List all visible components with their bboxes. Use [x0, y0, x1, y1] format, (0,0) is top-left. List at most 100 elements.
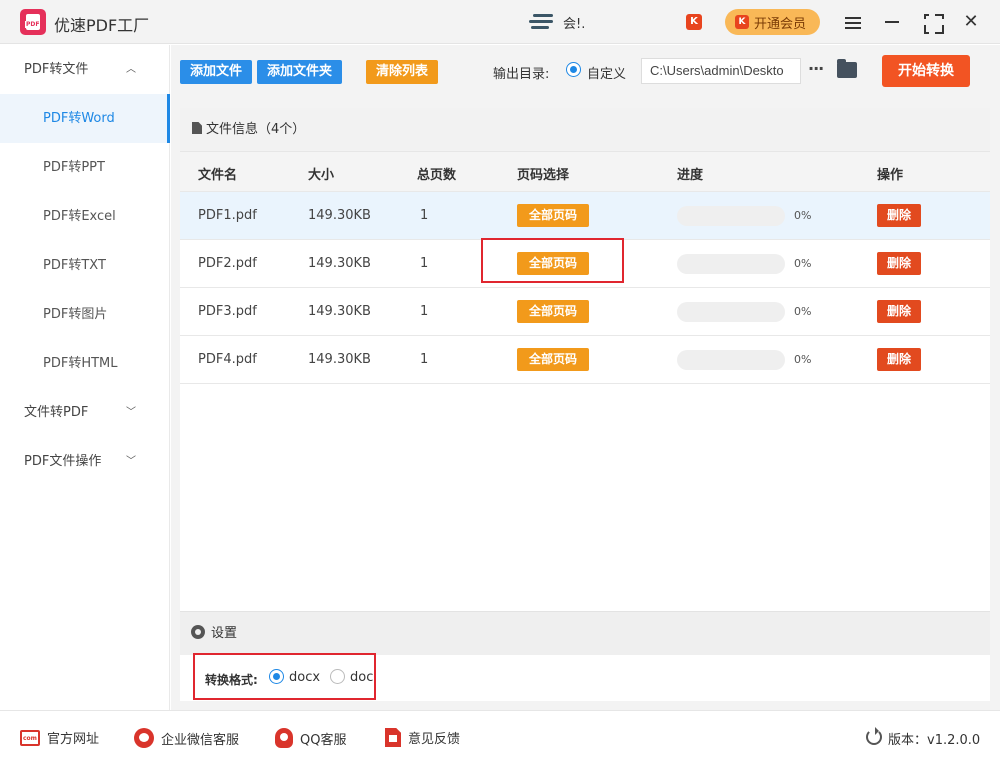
footer: 官方网址 企业微信客服 QQ客服 意见反馈 版本：v1.2.0.0 — [0, 710, 1000, 760]
footer-link-label: 企业微信客服 — [161, 732, 240, 748]
minimize-icon[interactable] — [880, 10, 904, 34]
sidebar-item-pdf-to-image[interactable]: PDF转图片 — [0, 290, 169, 339]
sidebar-group-pdf-to-file[interactable]: PDF转文件 ︿ — [0, 45, 169, 94]
page-select-button[interactable]: 全部页码 — [517, 252, 589, 275]
refresh-icon[interactable] — [866, 727, 882, 745]
col-filename: 文件名 — [198, 168, 238, 183]
progress-bar — [677, 350, 785, 370]
format-docx-radio[interactable] — [269, 669, 284, 684]
file-pages: 1 — [420, 256, 429, 271]
file-name: PDF2.pdf — [198, 256, 257, 271]
file-size: 149.30KB — [308, 304, 371, 319]
footer-link-label: 意见反馈 — [408, 732, 461, 747]
vip-icon: K — [735, 15, 749, 29]
chevron-down-icon: ﹀ — [126, 407, 136, 418]
col-progress: 进度 — [677, 168, 704, 183]
output-dir-label: 输出目录: — [493, 67, 550, 82]
progress-percent: 0% — [794, 353, 812, 366]
more-icon[interactable]: ··· — [808, 59, 824, 78]
user-account[interactable]: 会!. — [527, 10, 585, 34]
sidebar: PDF转文件 ︿ PDF转Word PDF转PPT PDF转Excel PDF转… — [0, 45, 170, 710]
sidebar-group-label: PDF文件操作 — [24, 454, 102, 469]
close-icon[interactable]: ✕ — [959, 10, 983, 34]
gear-icon — [191, 625, 205, 639]
output-path-input[interactable]: C:\Users\admin\Deskto — [641, 58, 801, 84]
sidebar-item-pdf-to-html[interactable]: PDF转HTML — [0, 339, 169, 388]
add-file-button[interactable]: 添加文件 — [180, 60, 252, 84]
progress-bar — [677, 206, 785, 226]
page-select-button[interactable]: 全部页码 — [517, 348, 589, 371]
clear-list-button[interactable]: 清除列表 — [366, 60, 438, 84]
maximize-icon[interactable] — [920, 10, 944, 34]
output-custom-label: 自定义 — [587, 67, 627, 82]
file-name: PDF1.pdf — [198, 208, 257, 223]
col-actions: 操作 — [877, 168, 904, 183]
footer-wechat-support-link[interactable]: 企业微信客服 — [134, 728, 239, 748]
chevron-down-icon: ﹀ — [126, 456, 136, 467]
menu-icon[interactable] — [841, 10, 865, 34]
settings-title: 设置 — [211, 626, 238, 641]
sidebar-item-pdf-to-excel[interactable]: PDF转Excel — [0, 192, 169, 241]
footer-qq-support-link[interactable]: QQ客服 — [275, 728, 346, 748]
sidebar-item-pdf-to-ppt[interactable]: PDF转PPT — [0, 143, 169, 192]
format-doc-radio[interactable] — [330, 669, 345, 684]
progress-bar — [677, 254, 785, 274]
progress-percent: 0% — [794, 209, 812, 222]
format-docx-label: docx — [289, 670, 321, 685]
file-name: PDF4.pdf — [198, 352, 257, 367]
format-doc-label: doc — [350, 670, 374, 685]
app-title: 优速PDF工厂 — [54, 16, 150, 35]
title-bar: 优速PDF工厂 会!. K K 开通会员 ✕ — [0, 0, 1000, 44]
file-pages: 1 — [420, 208, 429, 223]
wechat-icon — [134, 728, 154, 748]
footer-official-site-link[interactable]: 官方网址 — [20, 728, 99, 747]
table-row[interactable]: PDF4.pdf 149.30KB 1 全部页码 0% 删除 — [180, 336, 990, 384]
delete-button[interactable]: 删除 — [877, 300, 921, 323]
vip-button-label: 开通会员 — [754, 16, 807, 32]
file-info-header: 文件信息（4个） — [180, 108, 990, 152]
file-pages: 1 — [420, 304, 429, 319]
folder-icon[interactable] — [837, 59, 857, 78]
progress-percent: 0% — [794, 257, 812, 270]
table-row[interactable]: PDF1.pdf 149.30KB 1 全部页码 0% 删除 — [180, 192, 990, 240]
file-size: 149.30KB — [308, 256, 371, 271]
delete-button[interactable]: 删除 — [877, 204, 921, 227]
sidebar-group-label: PDF转文件 — [24, 62, 89, 77]
table-row[interactable]: PDF2.pdf 149.30KB 1 全部页码 0% 删除 — [180, 240, 990, 288]
sidebar-group-pdf-operations[interactable]: PDF文件操作 ﹀ — [0, 437, 169, 486]
delete-button[interactable]: 删除 — [877, 252, 921, 275]
file-list-panel: 文件信息（4个） 文件名 大小 总页数 页码选择 进度 操作 PDF1.pdf … — [180, 108, 990, 611]
sidebar-group-file-to-pdf[interactable]: 文件转PDF ﹀ — [0, 388, 169, 437]
col-pages: 总页数 — [417, 168, 457, 183]
vip-button[interactable]: K 开通会员 — [725, 9, 820, 35]
add-folder-button[interactable]: 添加文件夹 — [257, 60, 342, 84]
sidebar-group-label: 文件转PDF — [24, 405, 89, 420]
file-name: PDF3.pdf — [198, 304, 257, 319]
sidebar-item-pdf-to-txt[interactable]: PDF转TXT — [0, 241, 169, 290]
output-custom-radio[interactable] — [566, 62, 581, 77]
table-header: 文件名 大小 总页数 页码选择 进度 操作 — [180, 152, 990, 192]
sidebar-item-pdf-to-word[interactable]: PDF转Word — [0, 94, 170, 143]
main-content: 添加文件 添加文件夹 清除列表 输出目录: 自定义 C:\Users\admin… — [171, 45, 1000, 710]
feedback-icon — [385, 728, 401, 747]
start-convert-button[interactable]: 开始转换 — [882, 55, 970, 87]
footer-feedback-link[interactable]: 意见反馈 — [385, 728, 460, 747]
file-size: 149.30KB — [308, 208, 371, 223]
format-label: 转换格式: — [205, 673, 258, 687]
progress-percent: 0% — [794, 305, 812, 318]
version-label: 版本：v1.2.0.0 — [888, 733, 981, 748]
user-name: 会!. — [563, 16, 586, 32]
page-select-button[interactable]: 全部页码 — [517, 300, 589, 323]
settings-body: 转换格式: docx doc — [180, 653, 990, 701]
settings-header: 设置 — [180, 611, 990, 655]
delete-button[interactable]: 删除 — [877, 348, 921, 371]
qq-icon — [275, 728, 293, 748]
col-size: 大小 — [308, 168, 335, 183]
user-avatar-icon — [527, 11, 555, 33]
kk-icon[interactable]: K — [686, 14, 702, 30]
footer-link-label: QQ客服 — [300, 732, 347, 748]
table-row[interactable]: PDF3.pdf 149.30KB 1 全部页码 0% 删除 — [180, 288, 990, 336]
file-size: 149.30KB — [308, 352, 371, 367]
chevron-up-icon: ︿ — [126, 64, 136, 75]
page-select-button[interactable]: 全部页码 — [517, 204, 589, 227]
